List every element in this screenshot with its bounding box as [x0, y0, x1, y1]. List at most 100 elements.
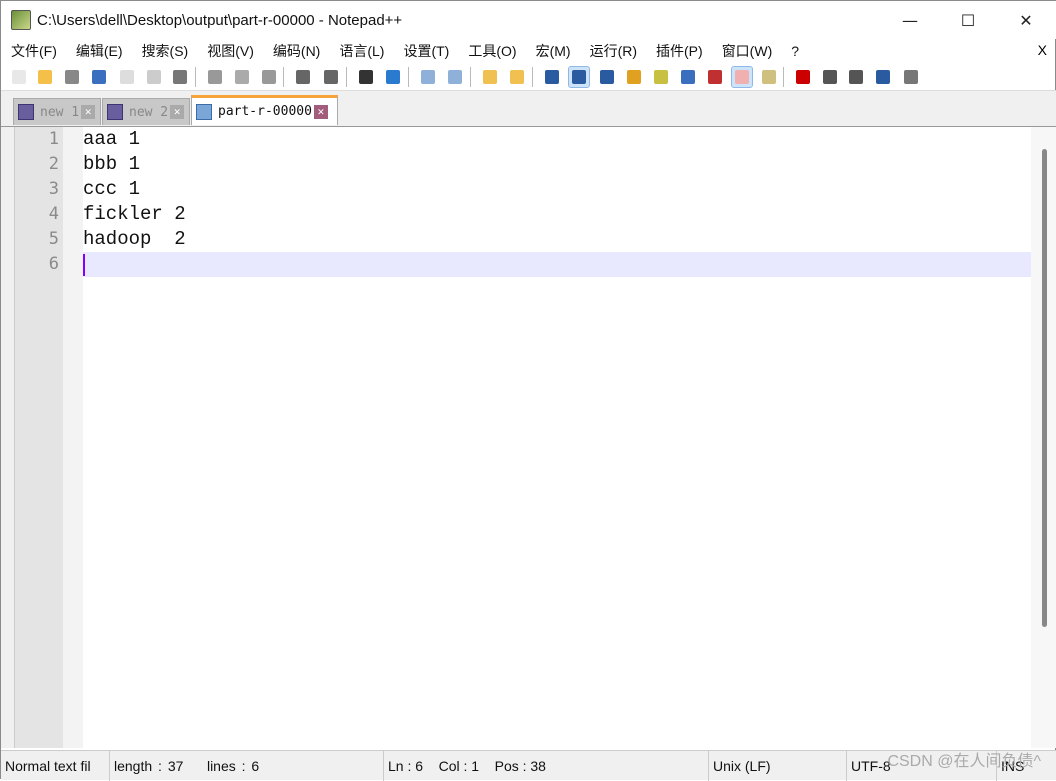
- text-caret: [83, 254, 85, 276]
- find-glyph: [359, 70, 373, 84]
- function-list-icon[interactable]: [705, 67, 725, 87]
- folder-as-workspace-glyph: [735, 70, 749, 84]
- menu-run[interactable]: 运行(R): [580, 41, 646, 61]
- menu-help[interactable]: ?: [781, 43, 808, 59]
- cut-glyph: [208, 70, 222, 84]
- redo-icon[interactable]: [321, 67, 341, 87]
- stop-macro-glyph: [823, 70, 837, 84]
- record-macro-icon[interactable]: [793, 67, 813, 87]
- new-file-icon[interactable]: [9, 67, 29, 87]
- play-macro-glyph: [849, 70, 863, 84]
- stop-macro-icon[interactable]: [820, 67, 840, 87]
- monitoring-glyph: [762, 70, 776, 84]
- undo-icon[interactable]: [293, 67, 313, 87]
- close-all-icon[interactable]: [144, 67, 164, 87]
- save-all-icon[interactable]: [89, 67, 109, 87]
- line-number: 6: [48, 254, 59, 274]
- save-macro-glyph: [904, 70, 918, 84]
- tab-label: new 2: [129, 104, 169, 120]
- editor[interactable]: 1 2 3 4 5 6 aaa 1 bbb 1 ccc 1 fickler 2 hadoop 2: [1, 126, 1056, 748]
- menu-view[interactable]: 视图(V): [197, 41, 263, 61]
- status-eol: Unix (LF): [709, 751, 847, 781]
- status-file-type: Normal text fil: [1, 751, 110, 781]
- tab-label: part-r-00000: [218, 104, 312, 119]
- word-wrap-icon[interactable]: [542, 67, 562, 87]
- document-list-icon[interactable]: [678, 67, 698, 87]
- menu-edit[interactable]: 编辑(E): [66, 41, 132, 61]
- sync-horizontal-icon[interactable]: [507, 67, 527, 87]
- close-document-button[interactable]: X: [1038, 42, 1047, 58]
- text-line[interactable]: [83, 252, 1031, 277]
- document-map-glyph: [654, 70, 668, 84]
- toolbar-separator: [470, 67, 471, 87]
- tab-close-icon[interactable]: ✕: [313, 104, 328, 119]
- menu-file[interactable]: 文件(F): [1, 41, 66, 61]
- function-list-glyph: [708, 70, 722, 84]
- menu-settings[interactable]: 设置(T): [393, 41, 458, 61]
- save-icon: [107, 104, 123, 120]
- tab-close-icon[interactable]: ✕: [81, 105, 96, 119]
- find-icon[interactable]: [356, 67, 376, 87]
- toolbar-separator: [195, 67, 196, 87]
- menu-plugins[interactable]: 插件(P): [646, 41, 712, 61]
- user-defined-language-glyph: [627, 70, 641, 84]
- sync-vertical-icon[interactable]: [480, 67, 500, 87]
- menu-window[interactable]: 窗口(W): [712, 41, 782, 61]
- close-icon[interactable]: [117, 67, 137, 87]
- toolbar-separator: [346, 67, 347, 87]
- copy-glyph: [235, 70, 249, 84]
- minimize-button[interactable]: —: [881, 1, 939, 39]
- menu-language[interactable]: 语言(L): [329, 41, 393, 61]
- maximize-button[interactable]: ☐: [939, 1, 997, 39]
- tab-part-r-00000[interactable]: part-r-00000 ✕: [191, 95, 338, 125]
- paste-icon[interactable]: [259, 67, 279, 87]
- save-icon: [18, 104, 34, 120]
- window-title: C:\Users\dell\Desktop\output\part-r-0000…: [37, 11, 403, 29]
- record-macro-glyph: [796, 70, 810, 84]
- print-icon[interactable]: [170, 67, 190, 87]
- text-line[interactable]: bbb 1: [83, 152, 1031, 177]
- zoom-out-icon[interactable]: [445, 67, 465, 87]
- play-macro-icon[interactable]: [846, 67, 866, 87]
- indent-guide-icon[interactable]: [597, 67, 617, 87]
- print-glyph: [173, 70, 187, 84]
- fold-margin[interactable]: [63, 127, 83, 748]
- text-line[interactable]: ccc 1: [83, 177, 1031, 202]
- zoom-in-icon[interactable]: [418, 67, 438, 87]
- show-all-chars-icon[interactable]: [568, 66, 590, 88]
- document-map-icon[interactable]: [651, 67, 671, 87]
- tab-bar: new 1 ✕ new 2 ✕ part-r-00000 ✕: [1, 91, 1056, 126]
- new-file-glyph: [12, 70, 26, 84]
- tab-new-1[interactable]: new 1 ✕: [13, 98, 101, 125]
- vertical-scrollbar[interactable]: [1031, 127, 1056, 748]
- menu-encoding[interactable]: 编码(N): [263, 41, 329, 61]
- close-button[interactable]: ✕: [997, 1, 1055, 39]
- run-macro-multiple-icon[interactable]: [873, 67, 893, 87]
- sync-horizontal-glyph: [510, 70, 524, 84]
- tab-close-icon[interactable]: ✕: [170, 105, 185, 119]
- status-length-lines: length : 37 lines : 6: [110, 751, 384, 781]
- menu-search[interactable]: 搜索(S): [132, 41, 198, 61]
- text-line[interactable]: hadoop 2: [83, 227, 1031, 252]
- save-icon[interactable]: [62, 67, 82, 87]
- folder-as-workspace-icon[interactable]: [731, 66, 753, 88]
- toolbar-separator: [532, 67, 533, 87]
- status-length: length : 37: [114, 758, 184, 774]
- toolbar: [1, 63, 1056, 91]
- user-defined-language-icon[interactable]: [624, 67, 644, 87]
- status-lines: lines : 6: [206, 758, 260, 774]
- tab-new-2[interactable]: new 2 ✕: [102, 98, 190, 125]
- replace-icon[interactable]: [383, 67, 403, 87]
- save-macro-icon[interactable]: [901, 67, 921, 87]
- copy-icon[interactable]: [232, 67, 252, 87]
- toolbar-separator: [283, 67, 284, 87]
- open-file-icon[interactable]: [35, 67, 55, 87]
- scrollbar-thumb[interactable]: [1042, 149, 1047, 627]
- menu-macro[interactable]: 宏(M): [526, 41, 580, 61]
- text-line[interactable]: fickler 2: [83, 202, 1031, 227]
- menu-tools[interactable]: 工具(O): [458, 41, 525, 61]
- document-list-glyph: [681, 70, 695, 84]
- cut-icon[interactable]: [205, 67, 225, 87]
- monitoring-icon[interactable]: [759, 67, 779, 87]
- text-line[interactable]: aaa 1: [83, 127, 1031, 152]
